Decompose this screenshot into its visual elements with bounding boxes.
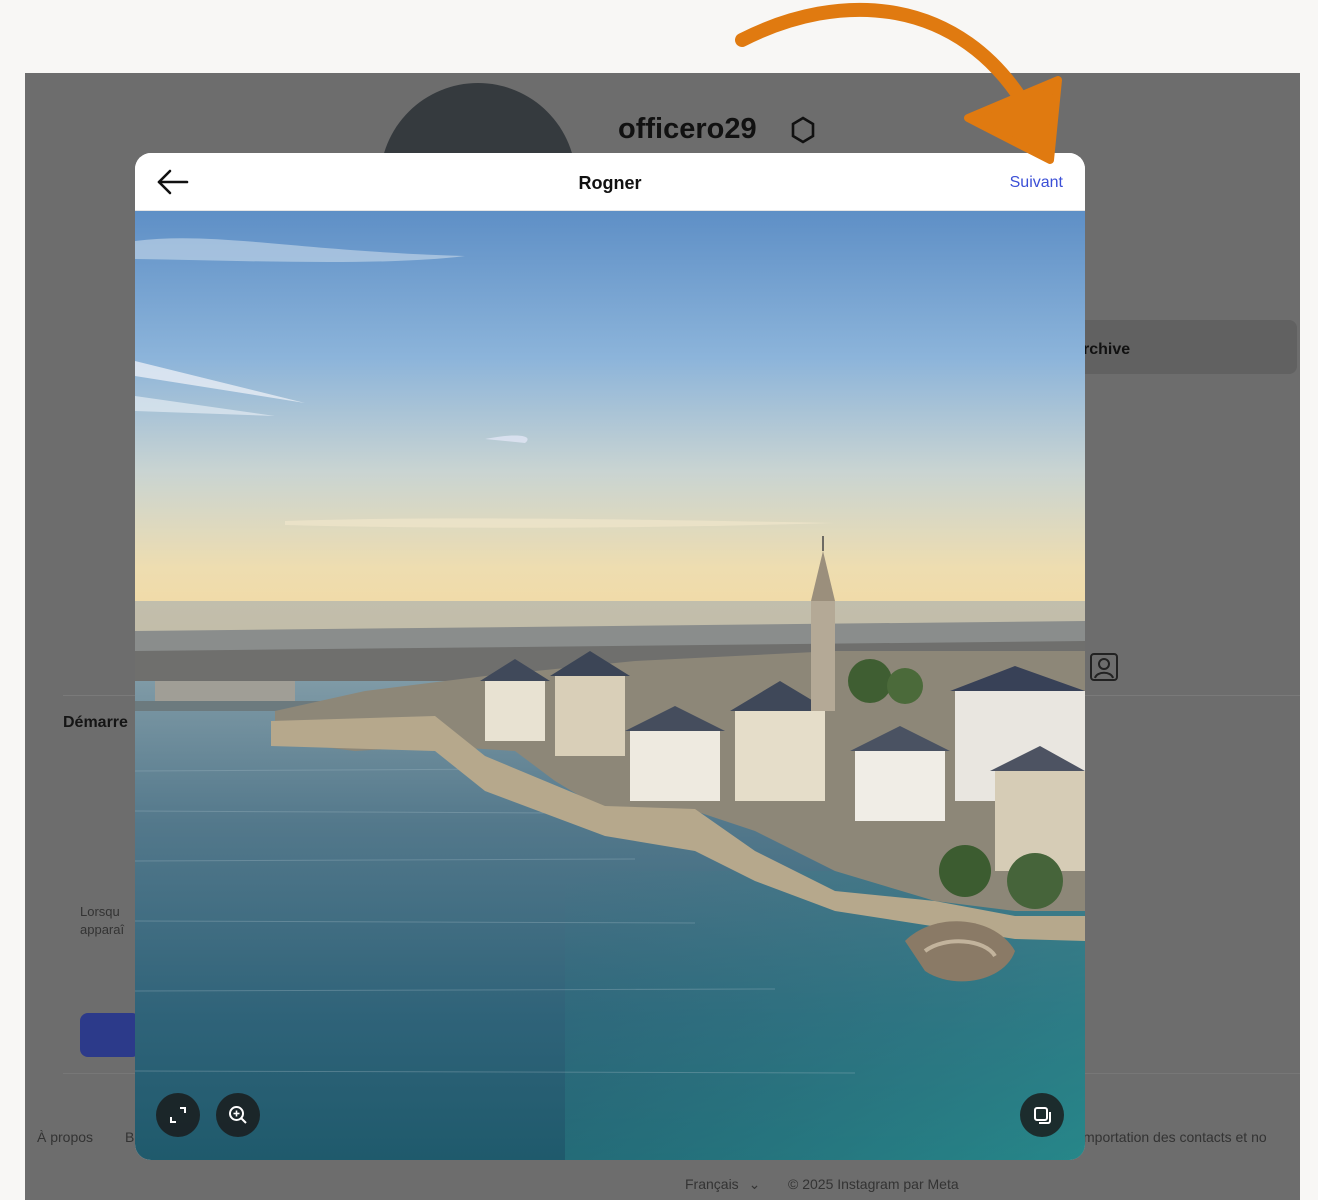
next-button[interactable]: Suivant [1010,174,1063,192]
crop-image-area[interactable] [135,211,1085,1160]
expand-arrows-icon [170,1107,186,1123]
footer-link-blog[interactable]: B [125,1129,134,1145]
getting-started-text: Lorsqu apparaî [80,903,140,939]
footer-link-about[interactable]: À propos [37,1129,93,1145]
multi-select-icon [1034,1107,1051,1124]
chevron-down-icon: ⌄ [748,1176,761,1192]
getting-started-line-1: Lorsqu [80,904,120,919]
curved-arrow-icon [735,2,1062,164]
getting-started-heading: Démarre [63,714,128,731]
person-tag-icon[interactable] [1088,651,1120,688]
dialog-title: Rogner [578,173,642,193]
share-photo-button[interactable] [80,1013,140,1057]
language-select[interactable]: Français ⌄ [685,1176,760,1193]
zoom-in-icon [229,1106,247,1124]
zoom-button[interactable] [216,1093,260,1137]
aspect-ratio-button[interactable] [156,1093,200,1137]
footer-link-contacts[interactable]: mportation des contacts et no [1083,1129,1267,1145]
view-archive-label: rchive [1083,341,1131,358]
getting-started-line-2: apparaî [80,922,125,937]
language-label: Français [685,1176,739,1192]
photo-preview [135,211,1085,1160]
crop-dialog: Rogner Suivant [135,153,1085,1160]
multiple-select-button[interactable] [1020,1093,1064,1137]
copyright-text: © 2025 Instagram par Meta [788,1176,959,1192]
